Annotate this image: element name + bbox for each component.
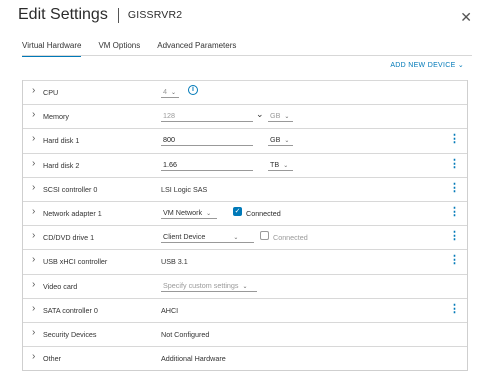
hard-disk-1-unit-select[interactable]: GB ⌄ [268,134,293,147]
page-title: Edit Settings [18,6,108,23]
video-card-value: Specify custom settings [163,280,239,290]
other-value: Additional Hardware [161,354,226,364]
row-hard-disk-1: › Hard disk 1 800 GB ⌄ ⋮ [23,128,467,152]
chevron-down-icon: ⌄ [206,210,212,217]
row-usb-controller: › USB xHCI controller USB 3.1 ⋮ [23,249,467,273]
row-label: Memory [43,112,69,122]
row-cpu: › CPU 4 ⌄ i [23,80,467,104]
chevron-down-icon: ⌄ [233,235,239,242]
title-divider [117,7,119,23]
row-security-devices: › Security Devices Not Configured [23,321,467,346]
scsi-type-value: LSI Logic SAS [161,184,208,194]
memory-unit-select[interactable]: GB ⌄ [268,110,293,123]
row-label: SCSI controller 0 [43,184,98,194]
cd-connected-label: Connected [273,233,308,243]
cd-connected-checkbox[interactable] [260,231,269,241]
row-cd-dvd-drive: › CD/DVD drive 1 Client Device ⌄ Connecte… [23,225,467,249]
chevron-down-icon: ⌄ [284,114,290,121]
chevron-right-icon[interactable]: › [32,352,35,362]
chevron-down-icon: ⌄ [171,90,177,96]
row-label: Other [43,354,61,364]
row-memory: › Memory 128 ⌄ GB ⌄ [23,104,467,128]
connected-checkbox[interactable]: ✓ [233,206,242,216]
chevron-right-icon[interactable]: › [32,231,35,241]
hard-disk-2-unit: TB [270,159,280,169]
row-network-adapter: › Network adapter 1 VM Network ⌄ ✓ Connec… [23,200,467,225]
hard-disk-1-size-input[interactable]: 800 [161,134,253,147]
more-vertical-icon[interactable]: ⋮ [449,182,460,194]
add-new-device-label: ADD NEW DEVICE [390,62,456,69]
memory-input[interactable]: 128 [161,110,253,123]
row-label: Hard disk 1 [43,136,80,146]
chevron-down-icon[interactable]: ⌄ [256,109,264,120]
row-video-card: › Video card Specify custom settings ⌄ [23,273,467,298]
vm-name: GISSRVR2 [127,9,183,21]
row-label: Security Devices [43,329,97,339]
sata-value: AHCI [161,305,179,315]
hard-disk-2-unit-select[interactable]: TB ⌄ [268,159,293,171]
chevron-right-icon[interactable]: › [32,303,35,314]
dialog-title-bar: Edit Settings GISSRVR2 [18,6,182,24]
more-vertical-icon[interactable]: ⋮ [449,255,460,266]
connected-label: Connected [246,208,281,218]
chevron-right-icon[interactable]: › [32,255,35,265]
hard-disk-2-size-input[interactable]: 1.66 [161,159,253,171]
more-vertical-icon[interactable]: ⋮ [449,206,460,218]
info-icon[interactable]: i [188,85,198,95]
chevron-down-icon: ⌄ [242,283,248,290]
row-hard-disk-2: › Hard disk 2 1.66 TB ⌄ ⋮ [23,152,467,177]
security-value: Not Configured [161,329,210,339]
chevron-down-icon: ⌄ [457,62,464,69]
chevron-right-icon[interactable]: › [32,86,35,96]
row-label: Hard disk 2 [43,160,80,170]
chevron-right-icon[interactable]: › [32,206,35,217]
more-vertical-icon[interactable]: ⋮ [449,158,460,170]
chevron-right-icon[interactable]: › [32,134,35,144]
hard-disk-1-unit: GB [270,135,281,145]
more-vertical-icon[interactable]: ⋮ [449,231,460,242]
row-label: USB xHCI controller [43,257,108,267]
memory-unit: GB [270,111,281,121]
row-other: › Other Additional Hardware [23,346,467,370]
cd-dvd-value: Client Device [163,232,206,242]
chevron-down-icon: ⌄ [283,162,289,169]
row-sata-controller: › SATA controller 0 AHCI ⋮ [23,297,467,322]
chevron-right-icon[interactable]: › [32,327,35,338]
chevron-right-icon[interactable]: › [32,182,35,193]
more-vertical-icon[interactable]: ⋮ [449,303,460,315]
network-select[interactable]: VM Network ⌄ [161,207,217,219]
row-scsi-controller: › SCSI controller 0 LSI Logic SAS ⋮ [23,176,467,201]
hardware-list: › CPU 4 ⌄ i › Memory 128 ⌄ GB ⌄ › Hard dis… [22,80,468,372]
chevron-right-icon[interactable]: › [32,110,35,120]
row-label: CPU [43,88,59,97]
add-new-device-button[interactable]: ADD NEW DEVICE ⌄ [390,61,464,69]
usb-value: USB 3.1 [161,257,188,267]
chevron-right-icon[interactable]: › [32,158,35,169]
cpu-select[interactable]: 4 ⌄ [161,86,179,98]
row-label: Network adapter 1 [43,208,102,218]
cd-dvd-select[interactable]: Client Device ⌄ [161,231,254,244]
row-label: Video card [43,281,78,291]
row-label: CD/DVD drive 1 [43,233,95,243]
chevron-down-icon: ⌄ [284,138,290,145]
network-value: VM Network [163,207,203,217]
row-label: SATA controller 0 [43,305,98,315]
tab-divider [22,55,472,56]
chevron-right-icon[interactable]: › [32,279,35,290]
video-card-select[interactable]: Specify custom settings ⌄ [161,280,257,292]
more-vertical-icon[interactable]: ⋮ [449,134,460,145]
cpu-value: 4 [163,87,167,96]
close-icon[interactable]: ✕ [460,10,472,24]
